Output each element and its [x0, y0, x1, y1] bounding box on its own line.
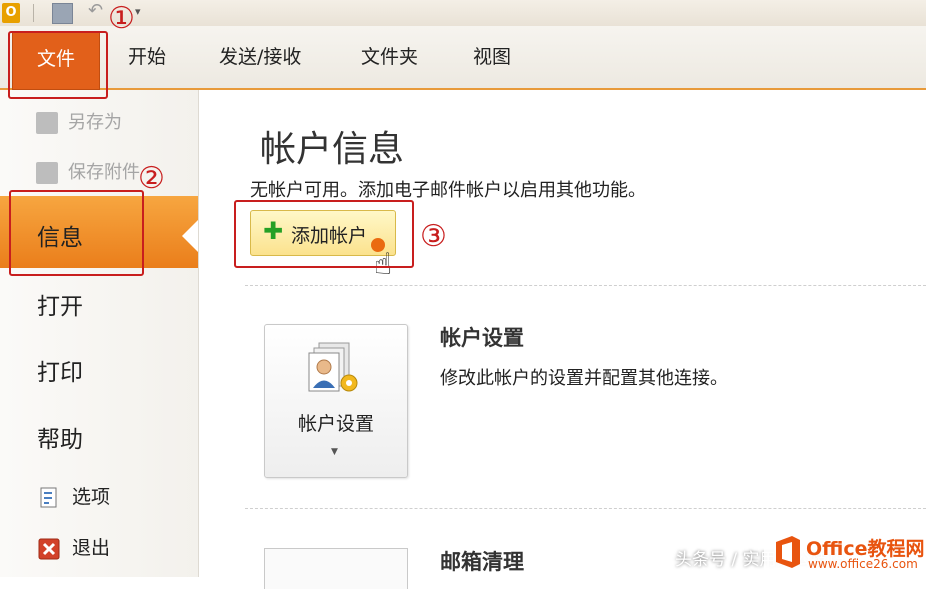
nav-options[interactable]: 选项: [38, 482, 110, 509]
nav-open[interactable]: 打开: [37, 287, 83, 321]
office-logo-icon: [776, 536, 800, 568]
title-bar: O ↶ ▾: [0, 0, 926, 26]
nav-help[interactable]: 帮助: [37, 420, 83, 454]
undo-icon[interactable]: ↶: [88, 0, 103, 21]
account-settings-button-label: 帐户设置: [297, 413, 374, 435]
step-2-marker: ②: [138, 161, 165, 196]
save-icon[interactable]: [52, 3, 73, 24]
account-settings-button[interactable]: 帐户设置 ▼: [264, 324, 408, 478]
nav-save-attachment-label: 保存附件: [68, 162, 140, 183]
nav-print[interactable]: 打印: [37, 353, 83, 387]
tab-folder[interactable]: 文件夹: [361, 42, 418, 69]
step-1-marker: ①: [108, 1, 135, 36]
callout-box-step1: [8, 31, 108, 99]
save-as-icon: [36, 112, 58, 134]
options-icon: [40, 487, 57, 507]
mailbox-cleanup-button[interactable]: [264, 548, 408, 589]
ribbon-tab-bar: 文件 开始 发送/接收 文件夹 视图: [0, 26, 926, 90]
tab-view[interactable]: 视图: [473, 42, 511, 69]
step-3-marker: ③: [420, 219, 447, 254]
nav-exit[interactable]: 退出: [38, 533, 110, 560]
tab-send-receive[interactable]: 发送/接收: [219, 42, 301, 69]
page-subtitle: 无帐户可用。添加电子邮件帐户以启用其他功能。: [250, 180, 646, 201]
section-divider: [245, 285, 926, 286]
qat-customize-icon[interactable]: ▾: [135, 5, 141, 18]
section-divider-2: [245, 508, 926, 509]
nav-options-label: 选项: [72, 486, 111, 508]
nav-exit-label: 退出: [72, 537, 111, 559]
tab-home[interactable]: 开始: [128, 42, 166, 69]
callout-box-step3: [234, 200, 414, 268]
exit-icon: [38, 538, 60, 559]
outlook-app-icon[interactable]: O: [2, 3, 20, 23]
nav-save-as-label: 另存为: [68, 112, 122, 133]
nav-save-as[interactable]: 另存为: [36, 108, 122, 134]
watermark-url: www.office26.com: [808, 557, 918, 571]
nav-selected-pointer: [182, 220, 198, 252]
page-title: 帐户信息: [260, 129, 405, 170]
account-settings-icon: [308, 342, 358, 392]
dropdown-arrow-icon: ▼: [331, 447, 338, 457]
attachment-icon: [36, 162, 58, 184]
mailbox-cleanup-heading: 邮箱清理: [440, 550, 524, 574]
account-settings-description: 修改此帐户的设置并配置其他连接。: [440, 368, 728, 389]
callout-box-step2: [9, 190, 144, 276]
qat-separator: [33, 4, 34, 22]
account-settings-heading: 帐户设置: [440, 326, 524, 350]
